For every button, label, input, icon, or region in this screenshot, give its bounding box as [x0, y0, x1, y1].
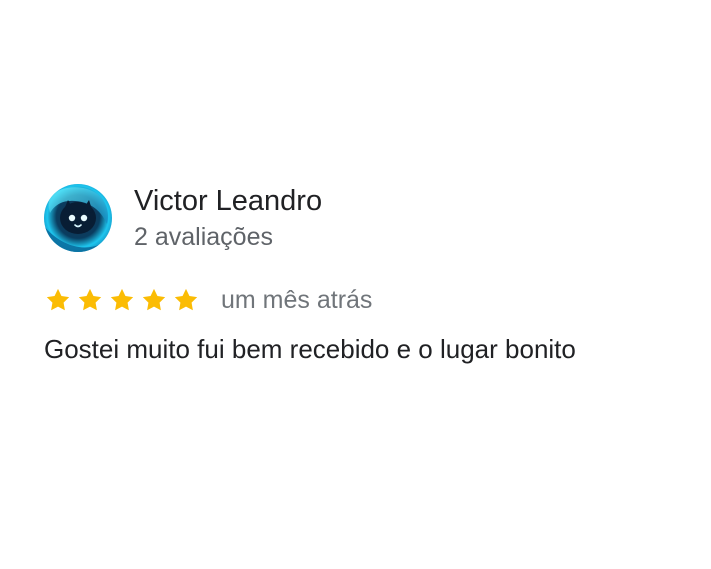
star-icon	[172, 286, 200, 314]
star-icon	[76, 286, 104, 314]
author-block: Victor Leandro 2 avaliações	[134, 186, 322, 250]
avatar-graphic	[44, 184, 112, 252]
review-card: Victor Leandro 2 avaliações um mês atrás…	[44, 180, 684, 365]
review-text: Gostei muito fui bem recebido e o lugar …	[44, 334, 576, 364]
star-rating	[44, 286, 204, 314]
star-icon	[108, 286, 136, 314]
rating-row: um mês atrás	[44, 284, 684, 316]
star-icon	[44, 286, 72, 314]
review-date: um mês atrás	[221, 285, 373, 314]
author-name[interactable]: Victor Leandro	[134, 186, 322, 216]
profile-avatar-icon[interactable]	[44, 184, 112, 252]
review-header: Victor Leandro 2 avaliações	[44, 180, 684, 256]
review-count[interactable]: 2 avaliações	[134, 224, 322, 250]
star-icon	[140, 286, 168, 314]
